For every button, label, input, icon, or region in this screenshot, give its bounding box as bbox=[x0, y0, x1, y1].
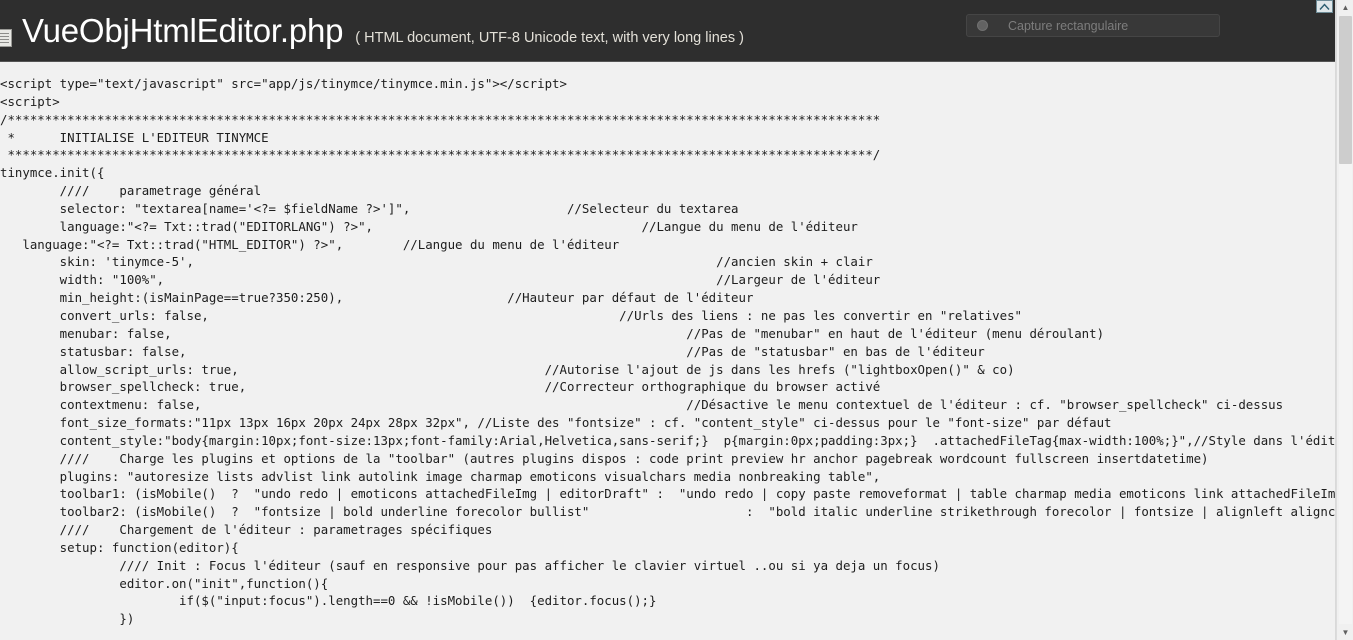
file-type-description: ( HTML document, UTF-8 Unicode text, wit… bbox=[355, 30, 744, 46]
source-code-viewport[interactable]: <script type="text/javascript" src="app/… bbox=[0, 62, 1336, 640]
vertical-scrollbar[interactable]: ▲ ▼ bbox=[1336, 0, 1353, 640]
chevron-up-icon[interactable] bbox=[1316, 0, 1333, 13]
source-code-text: <script type="text/javascript" src="app/… bbox=[0, 76, 1336, 627]
capture-rectangle-button[interactable]: Capture rectangulaire bbox=[966, 14, 1220, 37]
file-header-bar: VueObjHtmlEditor.php ( HTML document, UT… bbox=[0, 0, 1336, 62]
camera-icon bbox=[977, 20, 988, 31]
scrollbar-thumb[interactable] bbox=[1339, 16, 1352, 164]
page-title: VueObjHtmlEditor.php bbox=[22, 12, 344, 49]
scroll-down-button[interactable]: ▼ bbox=[1337, 625, 1353, 640]
scroll-up-arrow-icon: ▲ bbox=[1341, 2, 1350, 12]
scroll-up-button[interactable]: ▲ bbox=[1337, 0, 1353, 15]
document-icon bbox=[0, 29, 12, 47]
capture-rectangle-label: Capture rectangulaire bbox=[1008, 18, 1129, 33]
file-title-group: VueObjHtmlEditor.php ( HTML document, UT… bbox=[22, 14, 744, 47]
scroll-down-arrow-icon: ▼ bbox=[1341, 627, 1350, 637]
file-preview-window: VueObjHtmlEditor.php ( HTML document, UT… bbox=[0, 0, 1353, 640]
